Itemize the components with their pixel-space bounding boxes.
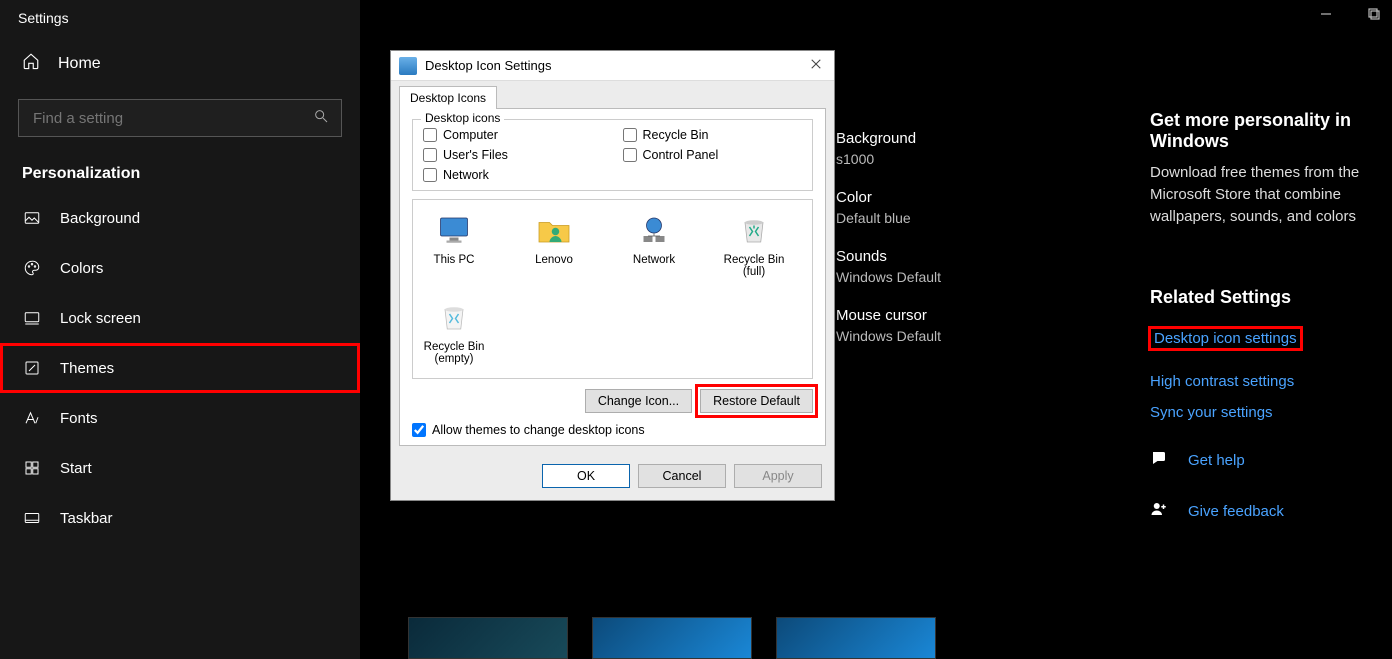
- recycle-bin-empty-icon: [434, 297, 474, 337]
- sidebar-item-themes[interactable]: Themes: [0, 343, 360, 393]
- dialog-title: Desktop Icon Settings: [425, 58, 806, 73]
- theme-settings-panel: Background s1000 Color Default blue Soun…: [836, 130, 941, 366]
- start-icon: [22, 459, 42, 477]
- checkbox-users-files[interactable]: User's Files: [423, 148, 603, 162]
- lockscreen-icon: [22, 309, 42, 327]
- get-help-row[interactable]: Get help: [1150, 449, 1372, 472]
- palette-icon: [22, 259, 42, 277]
- cancel-button[interactable]: Cancel: [638, 464, 726, 488]
- icon-user-folder[interactable]: Lenovo: [519, 210, 589, 287]
- checkbox-network[interactable]: Network: [423, 168, 603, 182]
- link-desktop-icon-settings[interactable]: Desktop icon settings: [1150, 328, 1301, 349]
- search-box[interactable]: [18, 99, 342, 137]
- network-icon: [634, 210, 674, 250]
- minimize-button[interactable]: [1316, 4, 1336, 24]
- themes-icon: [22, 359, 42, 377]
- give-feedback-row[interactable]: Give feedback: [1150, 500, 1372, 523]
- sidebar-item-label: Fonts: [60, 410, 98, 427]
- right-panel-heading: Get more personality in Windows: [1150, 110, 1372, 152]
- sidebar-item-label: Taskbar: [60, 510, 113, 527]
- desktop-icons-group: Desktop icons Computer Recycle Bin User'…: [412, 119, 813, 191]
- setting-row-background[interactable]: Background s1000: [836, 130, 941, 167]
- feedback-icon: [1150, 500, 1170, 523]
- restore-default-button[interactable]: Restore Default: [700, 389, 813, 413]
- user-folder-icon: [534, 210, 574, 250]
- right-panel: Get more personality in Windows Download…: [1150, 50, 1392, 659]
- theme-thumbnails: [408, 617, 936, 659]
- sidebar-item-lockscreen[interactable]: Lock screen: [0, 293, 360, 343]
- apply-button[interactable]: Apply: [734, 464, 822, 488]
- sidebar-section-title: Personalization: [0, 137, 360, 193]
- desktop-icon-settings-dialog: Desktop Icon Settings Desktop Icons Desk…: [390, 50, 835, 501]
- recycle-bin-full-icon: [734, 210, 774, 250]
- checkbox-recycle-bin[interactable]: Recycle Bin: [623, 128, 803, 142]
- help-icon: [1150, 449, 1170, 472]
- picture-icon: [22, 209, 42, 227]
- right-panel-body: Download free themes from the Microsoft …: [1150, 162, 1372, 227]
- checkbox-computer[interactable]: Computer: [423, 128, 603, 142]
- sidebar-item-label: Lock screen: [60, 310, 141, 327]
- ok-button[interactable]: OK: [542, 464, 630, 488]
- sidebar-item-taskbar[interactable]: Taskbar: [0, 493, 360, 543]
- sidebar-home-label: Home: [58, 55, 101, 73]
- window-title: Settings: [0, 0, 360, 38]
- allow-themes-checkbox[interactable]: Allow themes to change desktop icons: [412, 423, 813, 437]
- setting-row-cursor[interactable]: Mouse cursor Windows Default: [836, 307, 941, 344]
- setting-row-sounds[interactable]: Sounds Windows Default: [836, 248, 941, 285]
- main-content: Themes Background s1000 Color Default bl…: [360, 0, 1392, 659]
- related-settings-heading: Related Settings: [1150, 287, 1372, 308]
- taskbar-icon: [22, 509, 42, 527]
- sidebar-item-label: Colors: [60, 260, 103, 277]
- search-icon: [313, 108, 329, 129]
- dialog-app-icon: [399, 57, 417, 75]
- dialog-titlebar[interactable]: Desktop Icon Settings: [391, 51, 834, 81]
- theme-thumbnail[interactable]: [592, 617, 752, 659]
- icon-this-pc[interactable]: This PC: [419, 210, 489, 287]
- sidebar-item-colors[interactable]: Colors: [0, 243, 360, 293]
- icon-preview-pane: This PC Lenovo Network Recycle Bin: [412, 199, 813, 379]
- sidebar-item-label: Background: [60, 210, 140, 227]
- sidebar: Settings Home Personalization Background…: [0, 0, 360, 659]
- maximize-button[interactable]: [1364, 4, 1384, 24]
- sidebar-item-label: Start: [60, 460, 92, 477]
- home-icon: [22, 52, 40, 75]
- search-input[interactable]: [31, 109, 313, 128]
- change-icon-button[interactable]: Change Icon...: [585, 389, 692, 413]
- group-label: Desktop icons: [421, 111, 504, 125]
- sidebar-item-label: Themes: [60, 360, 114, 377]
- window-system-buttons: [1316, 4, 1384, 24]
- sidebar-home[interactable]: Home: [0, 38, 360, 89]
- dialog-tab-desktop-icons[interactable]: Desktop Icons: [399, 86, 497, 109]
- icon-recycle-bin-full[interactable]: Recycle Bin (full): [719, 210, 789, 287]
- fonts-icon: [22, 409, 42, 427]
- theme-thumbnail[interactable]: [408, 617, 568, 659]
- theme-thumbnail[interactable]: [776, 617, 936, 659]
- icon-recycle-bin-empty[interactable]: Recycle Bin (empty): [419, 297, 489, 374]
- dialog-close-button[interactable]: [806, 58, 826, 73]
- monitor-icon: [434, 210, 474, 250]
- sidebar-item-start[interactable]: Start: [0, 443, 360, 493]
- sidebar-item-background[interactable]: Background: [0, 193, 360, 243]
- link-high-contrast-settings[interactable]: High contrast settings: [1150, 373, 1372, 390]
- sidebar-item-fonts[interactable]: Fonts: [0, 393, 360, 443]
- setting-row-color[interactable]: Color Default blue: [836, 189, 941, 226]
- link-sync-settings[interactable]: Sync your settings: [1150, 404, 1372, 421]
- checkbox-control-panel[interactable]: Control Panel: [623, 148, 803, 162]
- icon-network[interactable]: Network: [619, 210, 689, 287]
